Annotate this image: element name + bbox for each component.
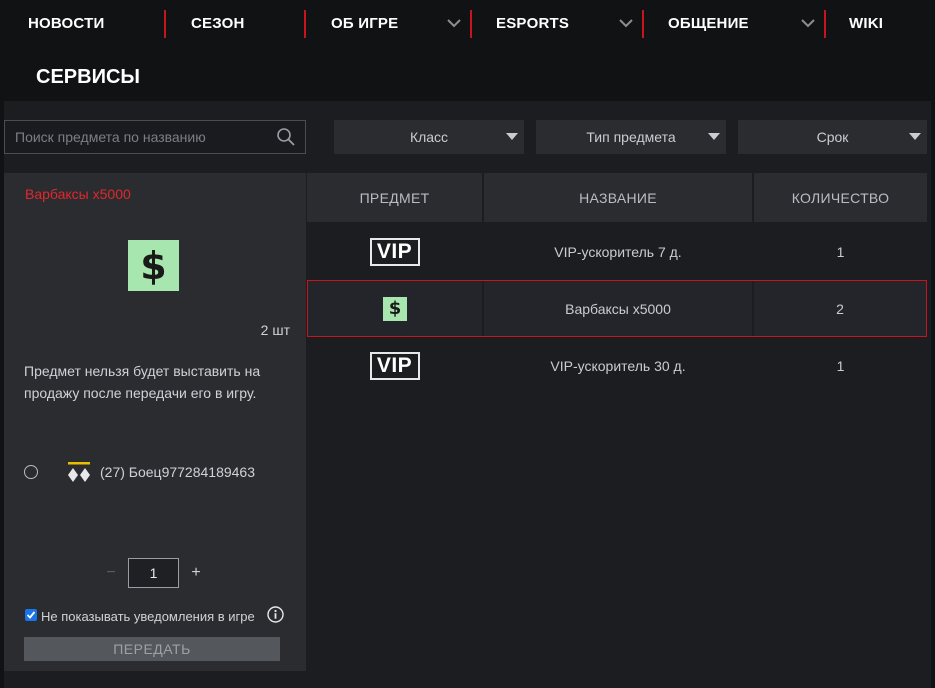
item-detail-title: Варбаксы x5000: [25, 186, 131, 202]
nav-separator: [824, 10, 826, 38]
nav-item-esports[interactable]: ESPORTS: [496, 0, 569, 46]
item-name: Варбаксы x5000: [565, 300, 671, 317]
item-type-dropdown-label: Тип предмета: [586, 129, 676, 145]
rank-icon: [68, 462, 90, 482]
item-type-dropdown[interactable]: Тип предмета: [536, 120, 726, 154]
term-dropdown[interactable]: Срок: [738, 120, 927, 154]
search-icon[interactable]: [271, 122, 301, 152]
quantity-input[interactable]: [128, 558, 179, 588]
chevron-down-icon[interactable]: [445, 14, 463, 32]
item-icon-cell: VIP: [307, 337, 482, 394]
item-quantity: 1: [836, 357, 845, 374]
item-count: 2 шт: [260, 322, 290, 338]
item-quantity: 2: [836, 300, 844, 317]
player-radio[interactable]: [24, 465, 38, 479]
nav-item-community[interactable]: ОБЩЕНИЕ: [668, 0, 749, 46]
class-dropdown[interactable]: Класс: [334, 120, 524, 154]
table-row-selected[interactable]: $ Варбаксы x5000 2: [307, 280, 927, 337]
chevron-down-icon[interactable]: [617, 14, 635, 32]
nav-item-about-game[interactable]: ОБ ИГРЕ: [331, 0, 398, 46]
nav-item-news[interactable]: НОВОСТИ: [28, 0, 104, 46]
item-icon-cell: VIP: [307, 223, 482, 280]
search-box[interactable]: [4, 120, 306, 154]
nav-item-season[interactable]: СЕЗОН: [191, 0, 245, 46]
caret-down-icon: [506, 133, 518, 140]
nav-item-wiki[interactable]: WIKI: [849, 0, 883, 46]
column-header-name: НАЗВАНИЕ: [579, 189, 657, 206]
caret-down-icon: [909, 133, 921, 140]
top-navigation: НОВОСТИ СЕЗОН ОБ ИГРЕ ESPORTS ОБЩЕНИЕ WI…: [0, 0, 935, 46]
item-quantity: 1: [836, 243, 845, 260]
hide-notifications-checkbox[interactable]: [25, 609, 37, 621]
info-icon[interactable]: [267, 606, 284, 623]
warbucks-icon-glyph: $: [140, 243, 167, 288]
transfer-note: Предмет нельзя будет выставить на продаж…: [24, 363, 261, 401]
quantity-increment-button[interactable]: +: [188, 564, 204, 582]
item-icon-cell: $: [308, 281, 482, 336]
checkmark-icon: [26, 611, 36, 619]
warbucks-icon: $: [128, 240, 179, 291]
nav-separator: [164, 10, 166, 38]
nav-separator: [304, 10, 306, 38]
nav-separator: [470, 10, 472, 38]
player-name: (27) Боец977284189463: [100, 464, 255, 480]
hide-notifications-label[interactable]: Не показывать уведомления в игре: [41, 609, 255, 624]
transfer-button[interactable]: ПЕРЕДАТЬ: [24, 637, 280, 661]
quantity-decrement-button[interactable]: −: [104, 564, 118, 582]
term-dropdown-label: Срок: [816, 129, 849, 145]
vip-icon: VIP: [369, 351, 420, 380]
vip-icon: VIP: [369, 237, 420, 266]
table-row[interactable]: VIP VIP-ускоритель 7 д. 1: [307, 223, 927, 280]
warbucks-icon-glyph: $: [388, 298, 402, 319]
item-name: VIP-ускоритель 7 д.: [554, 243, 682, 260]
page-title: СЕРВИСЫ: [36, 66, 140, 88]
table-row[interactable]: VIP VIP-ускоритель 30 д. 1: [307, 337, 927, 394]
item-name: VIP-ускоритель 30 д.: [550, 357, 686, 374]
nav-separator: [642, 10, 644, 38]
column-header-item: ПРЕДМЕТ: [359, 189, 430, 206]
chevron-down-icon[interactable]: [799, 14, 817, 32]
warbucks-icon: $: [383, 296, 407, 321]
search-input[interactable]: [5, 121, 271, 153]
column-header-quantity: КОЛИЧЕСТВО: [791, 189, 890, 206]
class-dropdown-label: Класс: [409, 129, 449, 145]
caret-down-icon: [708, 133, 720, 140]
